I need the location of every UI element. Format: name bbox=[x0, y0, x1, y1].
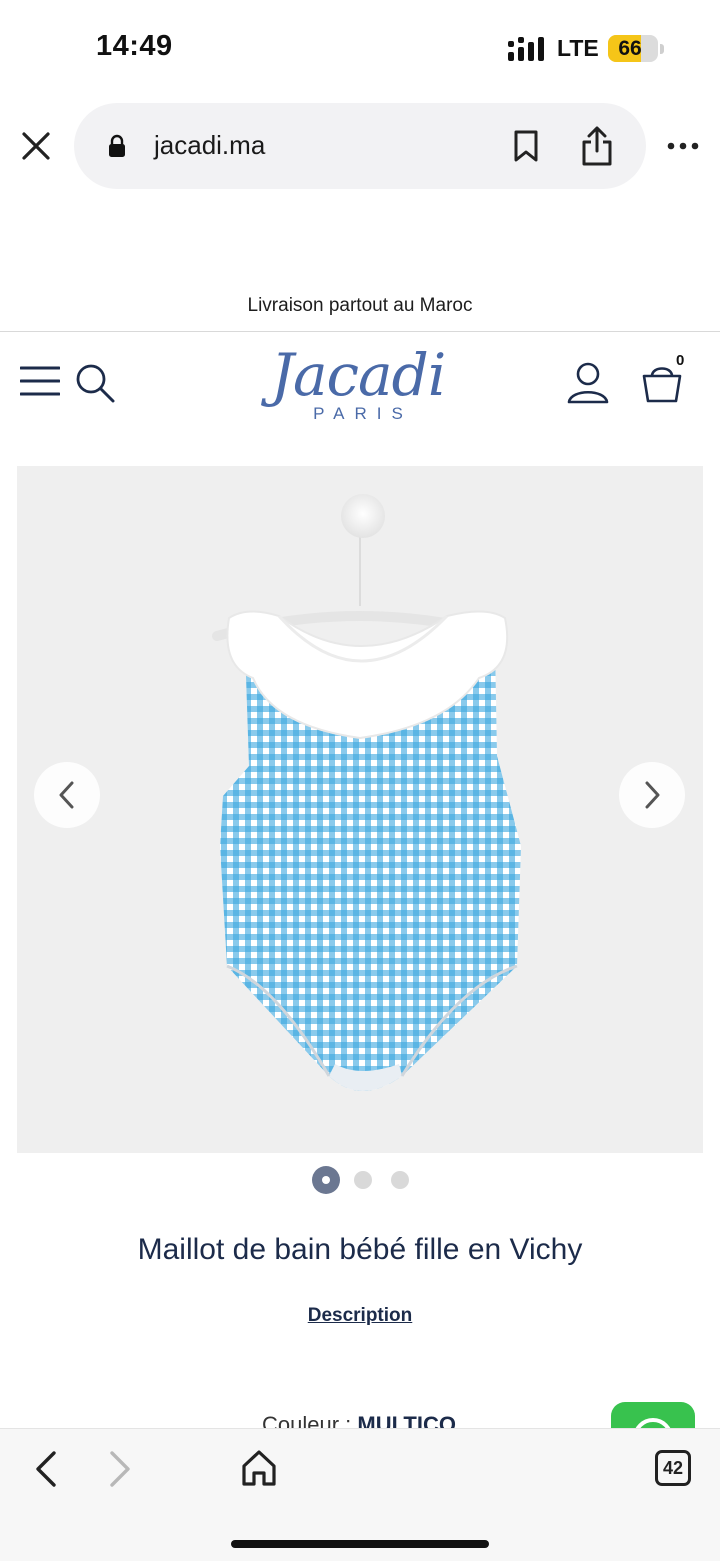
product-title: Maillot de bain bébé fille en Vichy bbox=[137, 1233, 583, 1266]
status-bar: 14:49 LTE 66 bbox=[0, 0, 720, 96]
home-icon[interactable] bbox=[240, 1448, 278, 1488]
more-options-icon[interactable] bbox=[666, 136, 700, 156]
browser-toolbar: 42 bbox=[0, 1428, 720, 1561]
chevron-left-icon bbox=[59, 781, 74, 809]
cart-count-badge: 0 bbox=[676, 352, 685, 369]
lock-icon bbox=[109, 134, 125, 157]
gallery-dot-3[interactable] bbox=[391, 1171, 409, 1189]
chevron-right-icon bbox=[645, 781, 660, 809]
search-icon[interactable] bbox=[74, 362, 116, 404]
network-type: LTE bbox=[557, 35, 599, 61]
back-icon[interactable] bbox=[32, 1449, 62, 1489]
gallery-prev-button[interactable] bbox=[34, 762, 100, 828]
hamburger-menu-icon[interactable] bbox=[20, 365, 60, 397]
bookmark-icon[interactable] bbox=[512, 129, 540, 163]
description-link[interactable]: Description bbox=[0, 1305, 720, 1327]
gallery-dot-1[interactable] bbox=[312, 1166, 340, 1194]
divider bbox=[0, 331, 720, 332]
url-text[interactable]: jacadi.ma bbox=[154, 130, 265, 161]
battery-level: 66 bbox=[618, 37, 642, 60]
gallery-dot-2[interactable] bbox=[354, 1171, 372, 1189]
gallery-pagination bbox=[0, 1166, 720, 1196]
forward-icon[interactable] bbox=[104, 1449, 134, 1489]
battery-nub bbox=[660, 44, 664, 54]
close-icon[interactable] bbox=[18, 128, 54, 164]
product-image bbox=[212, 494, 521, 1091]
account-icon[interactable] bbox=[566, 361, 610, 405]
address-bar[interactable]: jacadi.ma bbox=[74, 103, 646, 189]
tabs-button[interactable]: 42 bbox=[655, 1450, 691, 1486]
status-time: 14:49 bbox=[96, 30, 173, 62]
product-gallery[interactable] bbox=[17, 466, 703, 1153]
logo-wordmark: Jacadi bbox=[270, 341, 447, 409]
battery-icon: 66 bbox=[608, 35, 658, 62]
share-icon[interactable] bbox=[580, 125, 614, 167]
promo-banner: Livraison partout au Maroc bbox=[247, 295, 473, 316]
jacadi-logo[interactable]: Jacadi PARIS bbox=[258, 346, 458, 430]
gallery-next-button[interactable] bbox=[619, 762, 685, 828]
home-indicator bbox=[231, 1540, 489, 1548]
signal-strength-icon bbox=[508, 37, 544, 61]
